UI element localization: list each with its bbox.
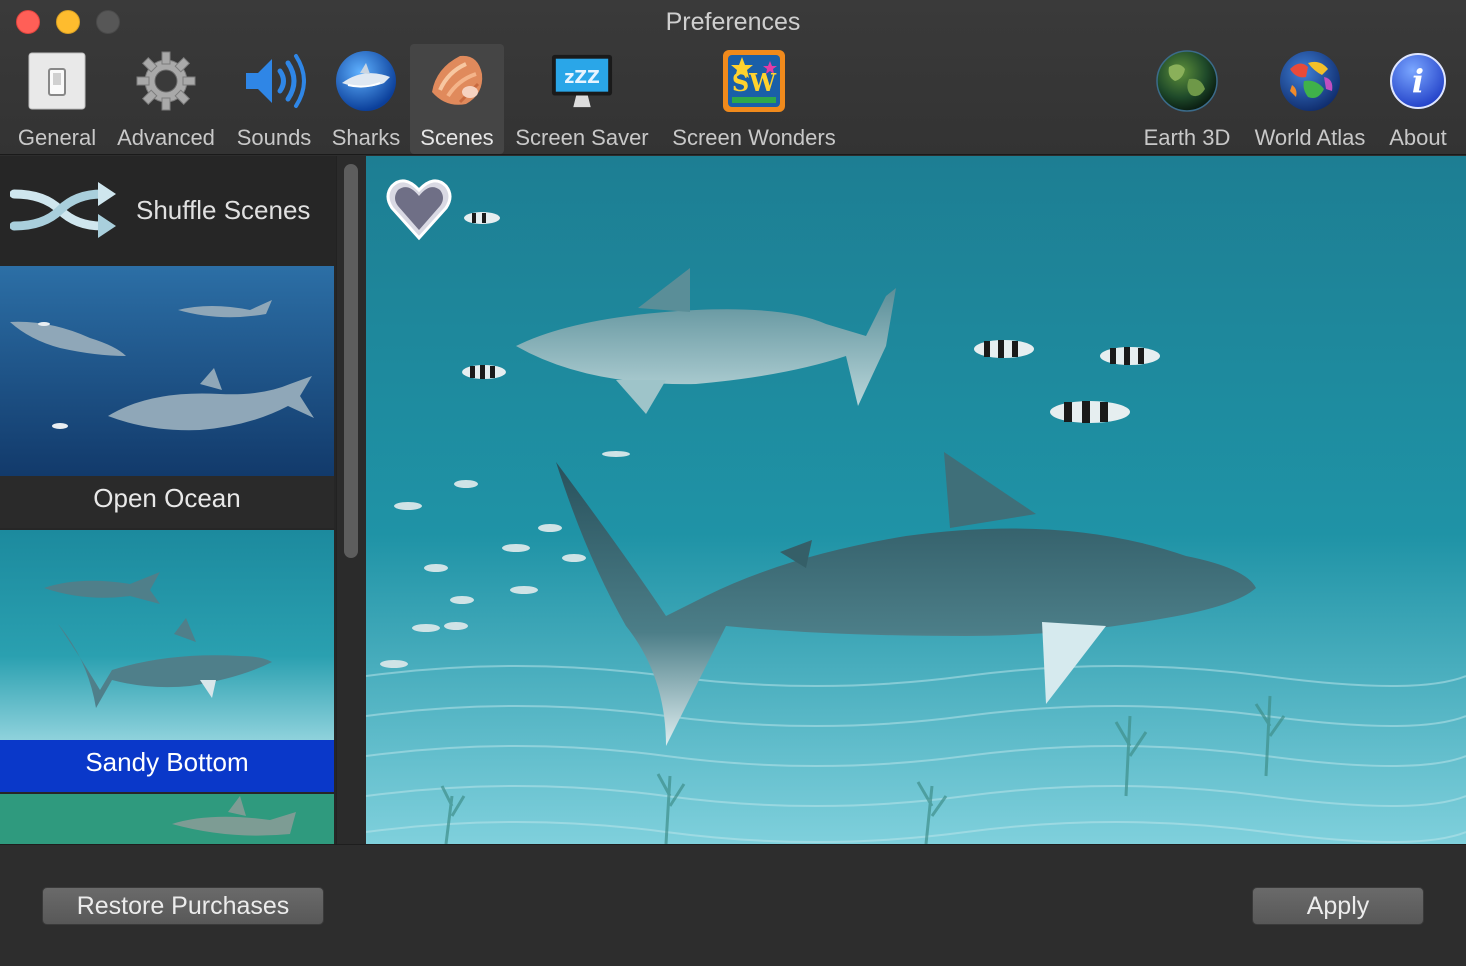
gear-icon — [134, 49, 198, 113]
sandy-bottom-thumbnail — [0, 530, 334, 740]
tab-screen-wonders[interactable]: SW Screen Wonders — [666, 44, 842, 154]
scene-item-open-ocean[interactable]: Open Ocean — [0, 266, 334, 528]
scrollbar-thumb[interactable] — [344, 164, 358, 558]
tab-earth-3d-label: Earth 3D — [1143, 125, 1231, 150]
scene-item-sandy-bottom[interactable]: Sandy Bottom — [0, 530, 334, 792]
shark-icon — [334, 49, 398, 113]
svg-text:zZZ: zZZ — [564, 68, 599, 88]
open-ocean-label: Open Ocean — [0, 476, 334, 528]
shuffle-scenes-row[interactable]: Shuffle Scenes — [0, 156, 336, 264]
tab-screen-saver-label: Screen Saver — [515, 125, 649, 150]
restore-purchases-button[interactable]: Restore Purchases — [42, 887, 324, 925]
scene-list: Shuffle Scenes Open Ocean Sandy Bottom — [0, 156, 336, 844]
tab-about-label: About — [1389, 125, 1447, 150]
window-title: Preferences — [665, 8, 801, 36]
tab-sounds[interactable]: Sounds — [232, 44, 316, 154]
tab-sharks-label: Sharks — [331, 125, 401, 150]
scene-preview — [366, 156, 1466, 844]
tab-general[interactable]: General — [10, 44, 104, 154]
earth-globe-icon — [1155, 49, 1219, 113]
tab-sounds-label: Sounds — [236, 125, 312, 150]
scene-thumbnail — [0, 794, 334, 844]
tab-world-atlas[interactable]: World Atlas — [1248, 44, 1372, 154]
bottom-bar: Restore Purchases Apply — [0, 844, 1466, 966]
world-atlas-icon — [1278, 49, 1342, 113]
apply-button[interactable]: Apply — [1252, 887, 1424, 925]
scene-item-partial[interactable] — [0, 794, 334, 844]
svg-text:i: i — [1412, 62, 1424, 100]
preferences-window: Preferences General Advanced Sounds Shar… — [0, 0, 1466, 966]
favorite-heart-icon[interactable] — [384, 174, 454, 244]
conch-shell-icon — [425, 49, 489, 113]
shuffle-scenes-label: Shuffle Scenes — [136, 194, 311, 225]
tab-advanced[interactable]: Advanced — [112, 44, 220, 154]
tab-sharks[interactable]: Sharks — [326, 44, 406, 154]
tab-about[interactable]: i About — [1382, 44, 1454, 154]
tab-earth-3d[interactable]: Earth 3D — [1138, 44, 1236, 154]
screen-saver-icon: zZZ — [550, 49, 614, 113]
svg-text:SW: SW — [732, 68, 777, 97]
general-switch-icon — [25, 49, 89, 113]
tab-general-label: General — [17, 125, 97, 150]
toolbar: Preferences General Advanced Sounds Shar… — [0, 0, 1466, 155]
info-icon: i — [1386, 49, 1450, 113]
tab-screen-wonders-label: Screen Wonders — [672, 125, 836, 150]
screen-wonders-icon: SW — [722, 49, 786, 113]
scene-list-scrollbar[interactable] — [336, 156, 366, 844]
tab-world-atlas-label: World Atlas — [1254, 125, 1366, 150]
speaker-icon — [242, 49, 306, 113]
shuffle-icon — [9, 180, 120, 240]
tab-advanced-label: Advanced — [117, 125, 215, 150]
open-ocean-thumbnail — [0, 266, 334, 476]
tab-scenes[interactable]: Scenes — [410, 44, 504, 154]
sandy-bottom-label: Sandy Bottom — [0, 740, 334, 792]
tab-scenes-label: Scenes — [420, 125, 494, 150]
tab-screen-saver[interactable]: zZZ Screen Saver — [510, 44, 654, 154]
